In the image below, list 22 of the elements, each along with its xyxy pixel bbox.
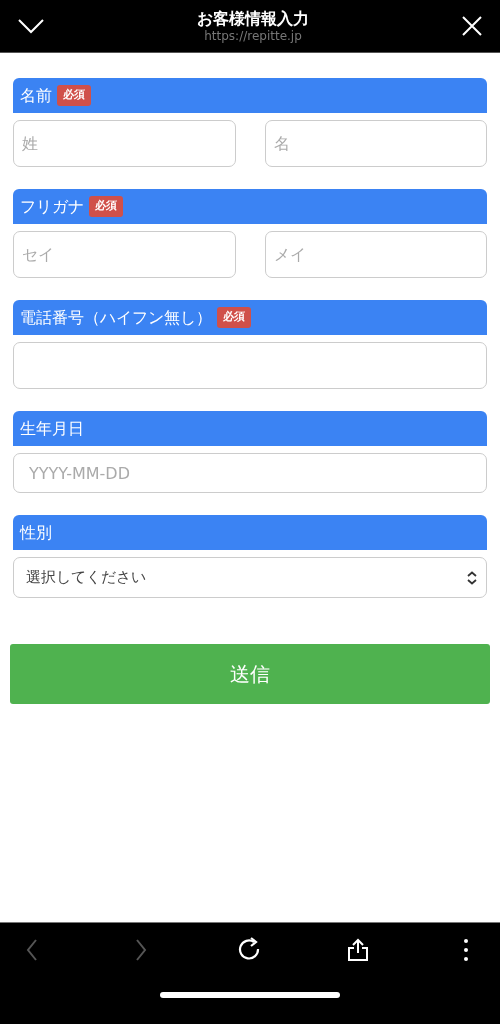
chevron-down-icon[interactable]: [18, 18, 44, 34]
input-field[interactable]: メイ: [264, 231, 487, 278]
field-label: 性別: [20, 521, 52, 544]
share-icon[interactable]: [345, 937, 370, 963]
required-badge: 必須: [57, 85, 91, 106]
input-field[interactable]: セイ: [13, 231, 236, 278]
page-title: お客様情報入力: [197, 9, 309, 29]
input-field[interactable]: 名: [264, 120, 487, 167]
input-field[interactable]: YYYY-MM-DD: [13, 453, 487, 493]
field-label: フリガナ: [20, 195, 84, 218]
required-badge: 必須: [89, 196, 123, 217]
select-field[interactable]: 選択してください: [13, 557, 487, 598]
required-badge: 必須: [217, 307, 251, 328]
input-field[interactable]: [13, 342, 487, 389]
input-field[interactable]: 姓: [13, 120, 236, 167]
field-label: 生年月日: [20, 417, 84, 440]
select-arrows-icon: [466, 570, 478, 585]
page-url: https://repitte.jp: [203, 29, 303, 43]
close-icon[interactable]: [462, 16, 482, 36]
field-label: 名前: [20, 84, 52, 107]
reload-icon[interactable]: [237, 937, 261, 963]
field-label: 電話番号（ハイフン無し）: [20, 306, 212, 329]
